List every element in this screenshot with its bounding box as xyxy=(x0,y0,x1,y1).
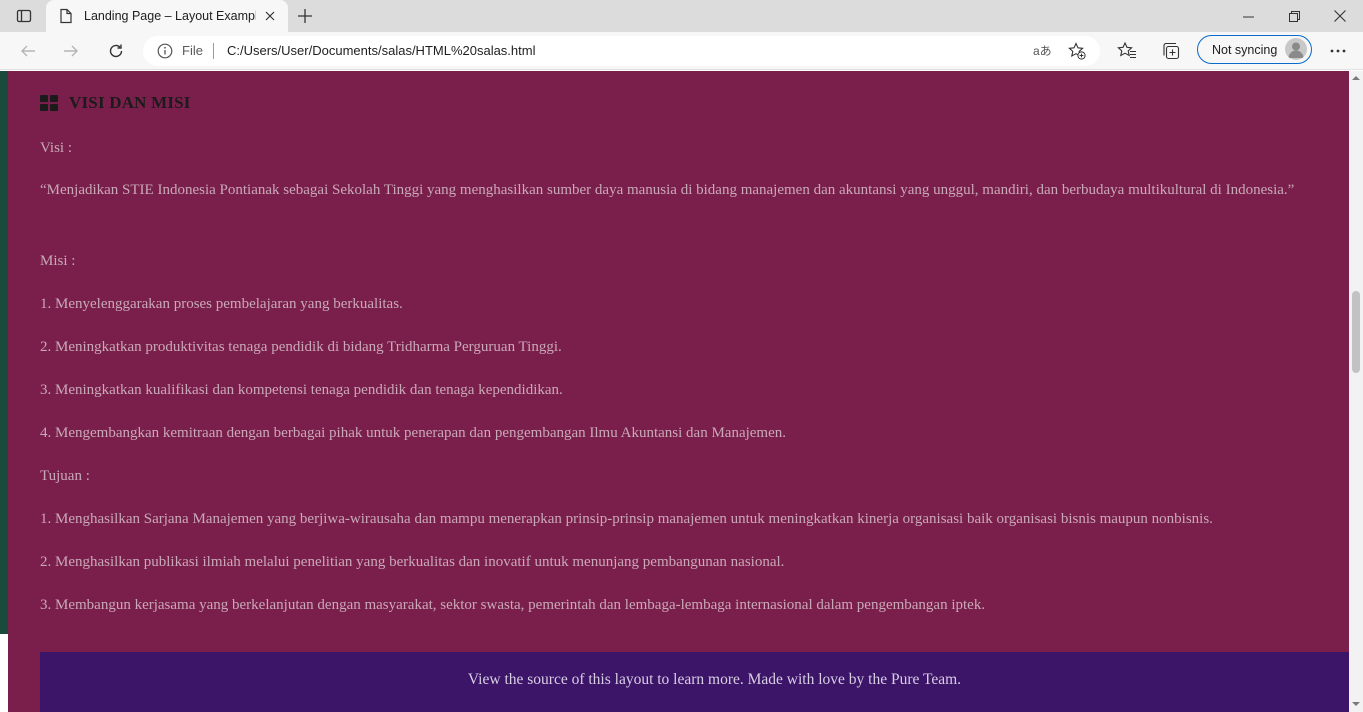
url-scheme: File xyxy=(182,43,203,58)
info-icon[interactable] xyxy=(157,43,173,59)
url-text[interactable]: C:/Users/User/Documents/salas/HTML%20sal… xyxy=(227,43,535,58)
content-section: VISI DAN MISI Visi : “Menjadikan STIE In… xyxy=(8,71,1349,712)
tujuan-item: 2. Menghasilkan publikasi ilmiah melalui… xyxy=(40,554,785,570)
page-title: VISI DAN MISI xyxy=(69,93,191,112)
avatar-icon xyxy=(1285,38,1307,60)
profile-button[interactable]: Not syncing xyxy=(1197,35,1312,64)
side-strip xyxy=(0,71,8,634)
restore-icon[interactable] xyxy=(1271,0,1317,32)
visi-text: “Menjadikan STIE Indonesia Pontianak seb… xyxy=(40,182,1295,198)
add-favorite-icon[interactable] xyxy=(1067,41,1087,61)
footer: View the source of this layout to learn … xyxy=(40,652,1349,712)
section-heading: VISI DAN MISI xyxy=(40,93,191,113)
favorites-icon[interactable] xyxy=(1117,41,1137,61)
page-icon xyxy=(58,8,74,24)
footer-text: View the source of this layout to learn … xyxy=(467,671,962,688)
tab-title: Landing Page – Layout Examples xyxy=(84,9,256,23)
scroll-down-icon[interactable] xyxy=(1352,700,1360,708)
page-scrollbar[interactable] xyxy=(1349,71,1363,712)
close-window-icon[interactable] xyxy=(1317,0,1363,32)
forward-icon[interactable] xyxy=(56,37,86,65)
page-viewport: VISI DAN MISI Visi : “Menjadikan STIE In… xyxy=(0,71,1349,712)
address-bar[interactable]: File C:/Users/User/Documents/salas/HTML%… xyxy=(143,36,1100,66)
misi-item: 1. Menyelenggarakan proses pembelajaran … xyxy=(40,296,403,312)
misi-item: 4. Mengembangkan kemitraan dengan berbag… xyxy=(40,425,787,441)
browser-tab[interactable]: Landing Page – Layout Examples xyxy=(46,0,288,32)
tujuan-label: Tujuan : xyxy=(40,468,90,484)
close-icon[interactable] xyxy=(262,8,278,24)
tab-strip: Landing Page – Layout Examples xyxy=(0,0,1363,32)
tujuan-item: 3. Membangun kerjasama yang berkelanjuta… xyxy=(40,597,986,613)
more-icon[interactable] xyxy=(1327,41,1349,61)
visi-label: Visi : xyxy=(40,140,73,156)
browser-toolbar: File C:/Users/User/Documents/salas/HTML%… xyxy=(0,32,1363,70)
misi-item: 2. Meningkatkan produktivitas tenaga pen… xyxy=(40,339,562,355)
minimize-icon[interactable] xyxy=(1225,0,1271,32)
back-icon[interactable] xyxy=(13,37,43,65)
profile-label: Not syncing xyxy=(1212,42,1278,57)
address-divider xyxy=(213,43,214,59)
scrollbar-thumb[interactable] xyxy=(1352,291,1360,373)
th-large-icon xyxy=(40,95,58,111)
scroll-up-icon[interactable] xyxy=(1352,74,1360,82)
plus-icon[interactable] xyxy=(294,5,316,27)
collections-icon[interactable] xyxy=(1161,41,1181,61)
window-controls xyxy=(1225,0,1363,32)
misi-item: 3. Meningkatkan kualifikasi dan kompeten… xyxy=(40,382,563,398)
refresh-icon[interactable] xyxy=(101,37,131,65)
read-aloud-button[interactable]: aあ xyxy=(1033,42,1052,59)
misi-label: Misi : xyxy=(40,253,76,269)
tab-actions-icon[interactable] xyxy=(8,4,40,28)
tujuan-item: 1. Menghasilkan Sarjana Manajemen yang b… xyxy=(40,511,1213,527)
